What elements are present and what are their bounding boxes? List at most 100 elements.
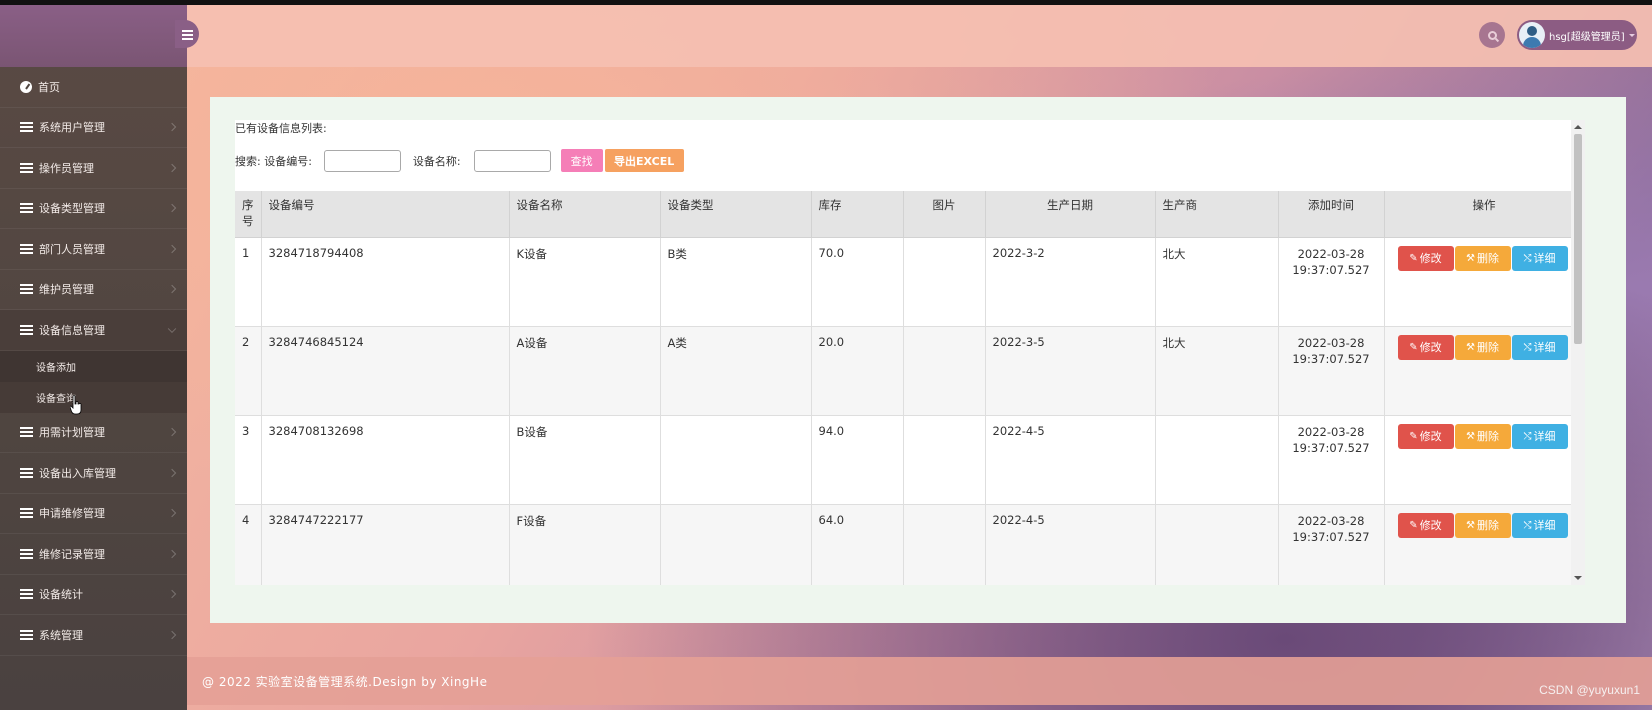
device-list-panel: 已有设备信息列表: 搜索: 设备编号: 设备名称: 查找 导出EXCEL 序号 … (235, 120, 1585, 585)
sidebar-item-label: 用需计划管理 (39, 426, 105, 440)
chevron-right-icon (167, 428, 177, 437)
list-icon (20, 122, 33, 133)
sidebar-item-label: 维修记录管理 (39, 547, 105, 561)
scroll-up-icon[interactable] (1574, 125, 1582, 129)
cell-production-date: 2022-3-2 (985, 237, 1156, 327)
added-clock: 19:37:07.527 (1292, 529, 1370, 544)
delete-button[interactable]: ⚒ 删除 (1454, 512, 1511, 538)
list-icon (20, 467, 33, 478)
list-icon (20, 284, 33, 295)
cell-added-time: 2022-03-28 19:37:07.527 (1278, 237, 1385, 327)
cell-production-date: 2022-3-5 (985, 326, 1156, 416)
cell-actions: ✎ 修改 ⚒ 删除 ⤭ 详细 (1384, 237, 1572, 327)
edit-button[interactable]: ✎ 修改 (1397, 512, 1454, 538)
column-header: 设备名称 (509, 191, 661, 238)
detail-button[interactable]: ⤭ 详细 (1511, 423, 1568, 449)
shuffle-icon: ⤭ (1523, 341, 1532, 353)
cell-production-date: 2022-4-5 (985, 415, 1156, 505)
cell-device-code: 3284746845124 (261, 326, 510, 416)
cell-device-name: K设备 (509, 237, 661, 327)
sidebar-subitem-device-add[interactable]: 设备添加 (0, 351, 187, 382)
pencil-icon: ✎ (1409, 341, 1418, 353)
sidebar-item-label: 首页 (38, 80, 60, 94)
detail-button[interactable]: ⤭ 详细 (1511, 245, 1568, 271)
sidebar-item-maintainers[interactable]: 维护员管理 (0, 270, 187, 310)
sidebar-item-home[interactable]: 首页 (0, 67, 187, 108)
cell-device-name: A设备 (509, 326, 661, 416)
brand-area (0, 5, 187, 67)
delete-button[interactable]: ⚒ 删除 (1454, 334, 1511, 360)
sidebar-item-system-admin[interactable]: 系统管理 (0, 615, 187, 656)
cell-device-type (660, 415, 812, 505)
sidebar-item-device-info[interactable]: 设备信息管理 (0, 310, 187, 351)
cell-production-date: 2022-4-5 (985, 504, 1156, 585)
delete-button[interactable]: ⚒ 删除 (1454, 245, 1511, 271)
scroll-down-icon[interactable] (1574, 576, 1582, 580)
sidebar-subitem-device-query[interactable]: 设备查询 (0, 381, 187, 413)
cell-image (903, 504, 986, 585)
column-header: 设备编号 (261, 191, 510, 238)
detail-button[interactable]: ⤭ 详细 (1511, 334, 1568, 360)
sidebar-item-repair-requests[interactable]: 申请维修管理 (0, 494, 187, 534)
sidebar-item-repair-records[interactable]: 维修记录管理 (0, 534, 187, 575)
export-excel-button[interactable]: 导出EXCEL (604, 149, 684, 172)
delete-button[interactable]: ⚒ 删除 (1454, 423, 1511, 449)
delete-button-label: 删除 (1476, 519, 1499, 532)
cell-device-type: A类 (660, 326, 812, 416)
column-header: 序号 (235, 191, 262, 238)
detail-button-label: 详细 (1533, 430, 1556, 443)
cell-stock: 70.0 (811, 237, 904, 327)
wrench-icon: ⚒ (1466, 341, 1475, 353)
table-header-row: 序号 设备编号 设备名称 设备类型 库存 图片 生产日期 生产商 添加时间 操作 (235, 191, 1572, 238)
detail-button[interactable]: ⤭ 详细 (1511, 512, 1568, 538)
table-row: 1 3284718794408 K设备 B类 70.0 2022-3-2 北大 2022-03… (235, 237, 1572, 327)
cell-image (903, 415, 986, 505)
pencil-icon: ✎ (1409, 430, 1418, 442)
cell-device-code: 3284718794408 (261, 237, 510, 327)
column-header: 图片 (903, 191, 986, 238)
device-code-input[interactable] (323, 149, 401, 172)
cell-actions: ✎ 修改 ⚒ 删除 ⤭ 详细 (1384, 415, 1572, 505)
edit-button-label: 修改 (1419, 430, 1442, 443)
edit-button[interactable]: ✎ 修改 (1397, 423, 1454, 449)
footer-text: @ 2022 实验室设备管理系统.Design by XingHe (202, 674, 488, 689)
sidebar-item-stock-inout[interactable]: 设备出入库管理 (0, 453, 187, 494)
list-icon (20, 243, 33, 254)
sidebar-item-demand-plans[interactable]: 用需计划管理 (0, 413, 187, 453)
page-title: 已有设备信息列表: (235, 122, 327, 135)
cell-actions: ✎ 修改 ⚒ 删除 ⤭ 详细 (1384, 326, 1572, 416)
device-name-input[interactable] (473, 149, 551, 172)
sidebar-item-label: 系统管理 (39, 628, 83, 642)
column-header: 添加时间 (1278, 191, 1385, 238)
main-area: hsg[超级管理员] 已有设备信息列表: 搜索: 设备编号: 设备名称: 查找 … (187, 5, 1652, 710)
edit-button-label: 修改 (1419, 252, 1442, 265)
edit-button[interactable]: ✎ 修改 (1397, 245, 1454, 271)
sidebar-item-device-stats[interactable]: 设备统计 (0, 575, 187, 615)
shuffle-icon: ⤭ (1523, 519, 1532, 531)
user-menu[interactable]: hsg[超级管理员] (1517, 20, 1637, 50)
sidebar-item-operators[interactable]: 操作员管理 (0, 148, 187, 189)
sidebar-item-departments[interactable]: 部门人员管理 (0, 229, 187, 270)
vertical-scrollbar[interactable] (1571, 120, 1585, 585)
scrollbar-thumb[interactable] (1574, 134, 1582, 344)
search-button[interactable] (1479, 22, 1505, 48)
cell-added-time: 2022-03-28 19:37:07.527 (1278, 415, 1385, 505)
sidebar-item-label: 申请维修管理 (39, 507, 105, 521)
pencil-icon: ✎ (1409, 519, 1418, 531)
column-header: 生产商 (1155, 191, 1279, 238)
column-header: 操作 (1384, 191, 1572, 238)
avatar (1519, 22, 1545, 48)
sidebar-item-device-types[interactable]: 设备类型管理 (0, 189, 187, 229)
sidebar-item-system-users[interactable]: 系统用户管理 (0, 108, 187, 148)
search-button[interactable]: 查找 (560, 149, 603, 172)
sidebar-submenu-device-info: 设备添加 设备查询 (0, 350, 187, 413)
cell-actions: ✎ 修改 ⚒ 删除 ⤭ 详细 (1384, 504, 1572, 585)
search-code-label: 搜索: 设备编号: (235, 154, 312, 168)
delete-button-label: 删除 (1476, 252, 1499, 265)
delete-button-label: 删除 (1476, 430, 1499, 443)
edit-button[interactable]: ✎ 修改 (1397, 334, 1454, 360)
added-date: 2022-03-28 (1297, 424, 1365, 439)
added-date: 2022-03-28 (1297, 246, 1365, 261)
cell-image (903, 326, 986, 416)
cell-index: 2 (235, 326, 262, 416)
